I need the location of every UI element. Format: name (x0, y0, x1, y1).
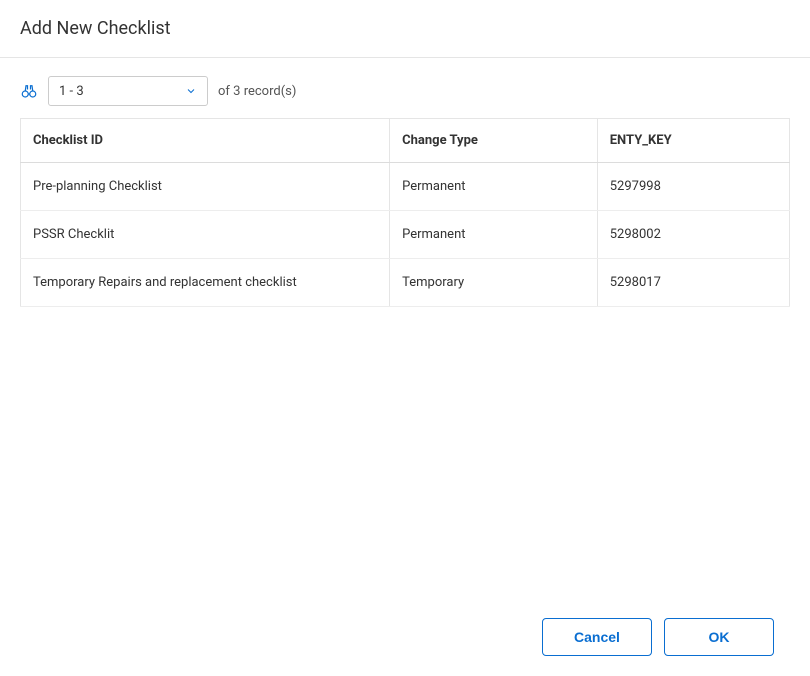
table-header-row: Checklist ID Change Type ENTY_KEY (21, 119, 790, 163)
col-header-checklist-id[interactable]: Checklist ID (21, 119, 390, 163)
cell-change-type: Permanent (390, 163, 598, 211)
cell-change-type: Permanent (390, 211, 598, 259)
table-row[interactable]: PSSR Checklit Permanent 5298002 (21, 211, 790, 259)
cell-enty-key: 5298002 (597, 211, 789, 259)
range-select-value: 1 - 3 (59, 84, 84, 99)
cell-checklist-id: Pre-planning Checklist (21, 163, 390, 211)
ok-button[interactable]: OK (664, 618, 774, 656)
checklist-table: Checklist ID Change Type ENTY_KEY Pre-pl… (20, 118, 790, 307)
binoculars-icon[interactable] (20, 82, 38, 100)
cell-checklist-id: Temporary Repairs and replacement checkl… (21, 259, 390, 307)
cell-change-type: Temporary (390, 259, 598, 307)
range-select[interactable]: 1 - 3 (48, 76, 208, 106)
cell-enty-key: 5298017 (597, 259, 789, 307)
col-header-enty-key[interactable]: ENTY_KEY (597, 119, 789, 163)
dialog-header: Add New Checklist (0, 0, 810, 58)
table-container: Checklist ID Change Type ENTY_KEY Pre-pl… (0, 118, 810, 307)
record-count: of 3 record(s) (218, 84, 296, 99)
cell-checklist-id: PSSR Checklit (21, 211, 390, 259)
dialog-footer: Cancel OK (542, 618, 774, 656)
table-row[interactable]: Pre-planning Checklist Permanent 5297998 (21, 163, 790, 211)
cancel-button[interactable]: Cancel (542, 618, 652, 656)
dialog-title: Add New Checklist (20, 18, 790, 39)
table-row[interactable]: Temporary Repairs and replacement checkl… (21, 259, 790, 307)
toolbar: 1 - 3 of 3 record(s) (0, 58, 810, 118)
col-header-change-type[interactable]: Change Type (390, 119, 598, 163)
cell-enty-key: 5297998 (597, 163, 789, 211)
chevron-down-icon (185, 85, 197, 97)
